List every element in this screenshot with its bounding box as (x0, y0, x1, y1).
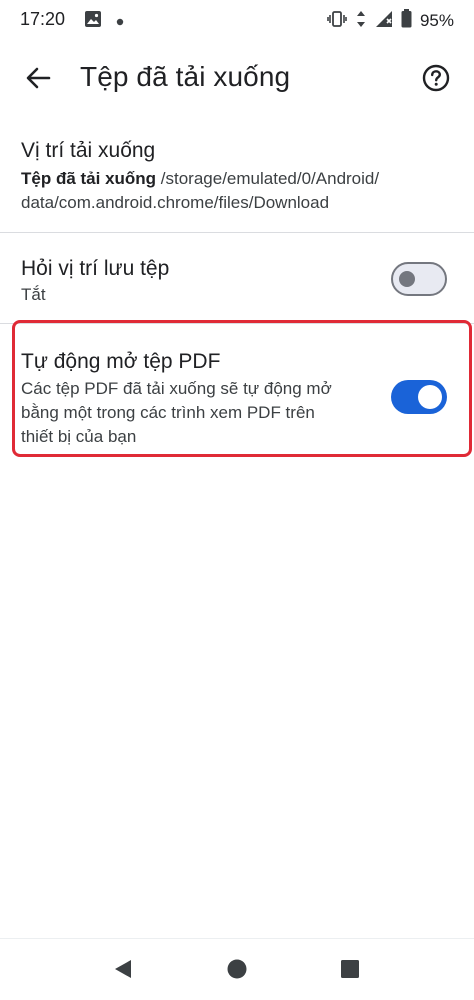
arrow-back-icon (25, 65, 51, 96)
ask-save-location-toggle[interactable] (391, 262, 447, 296)
nav-home-button[interactable] (223, 957, 251, 985)
auto-open-pdf-setting[interactable]: Tự động mở tệp PDF Các tệp PDF đã tải xu… (0, 330, 474, 450)
status-notification-icons (84, 10, 124, 33)
help-circle-icon (422, 64, 450, 97)
dot-icon (116, 13, 124, 31)
system-nav-bar (0, 938, 474, 1000)
auto-open-pdf-summary-line2: bằng một trong các trình xem PDF trên (21, 403, 315, 422)
ask-save-location-setting[interactable]: Hỏi vị trí lưu tệp Tắt (0, 233, 474, 321)
download-location-summary: Tệp đã tải xuống /storage/emulated/0/And… (21, 167, 379, 215)
divider (0, 323, 474, 324)
page-title: Tệp đã tải xuống (80, 61, 291, 92)
auto-open-pdf-summary-line1: Các tệp PDF đã tải xuống sẽ tự động mở (21, 379, 332, 398)
signal-icon (375, 10, 393, 33)
back-button[interactable] (18, 60, 58, 100)
nav-back-button[interactable] (109, 957, 137, 985)
auto-open-pdf-summary: Các tệp PDF đã tải xuống sẽ tự động mở b… (21, 377, 332, 449)
ask-save-location-title: Hỏi vị trí lưu tệp (21, 257, 170, 280)
download-location-setting[interactable]: Vị trí tải xuống Tệp đã tải xuống /stora… (0, 130, 474, 230)
download-location-folder-name: Tệp đã tải xuống (21, 169, 157, 188)
help-button[interactable] (416, 60, 456, 100)
status-bar: 17:20 95% (0, 0, 474, 40)
app-bar: Tệp đã tải xuống (0, 48, 474, 110)
auto-open-pdf-summary-line3: thiết bị của bạn (21, 427, 137, 446)
image-icon (84, 10, 102, 33)
home-circle-icon (226, 958, 248, 985)
data-arrows-icon (355, 10, 367, 33)
download-location-path-line2: data/com.android.chrome/files/Download (21, 193, 330, 212)
vibrate-icon (327, 10, 347, 33)
nav-recents-button[interactable] (336, 957, 364, 985)
battery-percent: 95% (419, 11, 454, 30)
auto-open-pdf-title: Tự động mở tệp PDF (21, 350, 221, 373)
download-location-title: Vị trí tải xuống (21, 139, 156, 162)
ask-save-location-summary: Tắt (21, 285, 46, 304)
status-time: 17:20 (20, 9, 66, 29)
battery-icon (401, 9, 412, 33)
auto-open-pdf-toggle[interactable] (391, 380, 447, 414)
status-system-icons: 95% (327, 9, 454, 33)
toggle-knob (399, 271, 415, 287)
back-triangle-icon (112, 958, 134, 985)
toggle-knob (418, 385, 442, 409)
recents-square-icon (339, 958, 361, 985)
download-location-path-line1: /storage/emulated/0/Android/ (156, 169, 380, 188)
